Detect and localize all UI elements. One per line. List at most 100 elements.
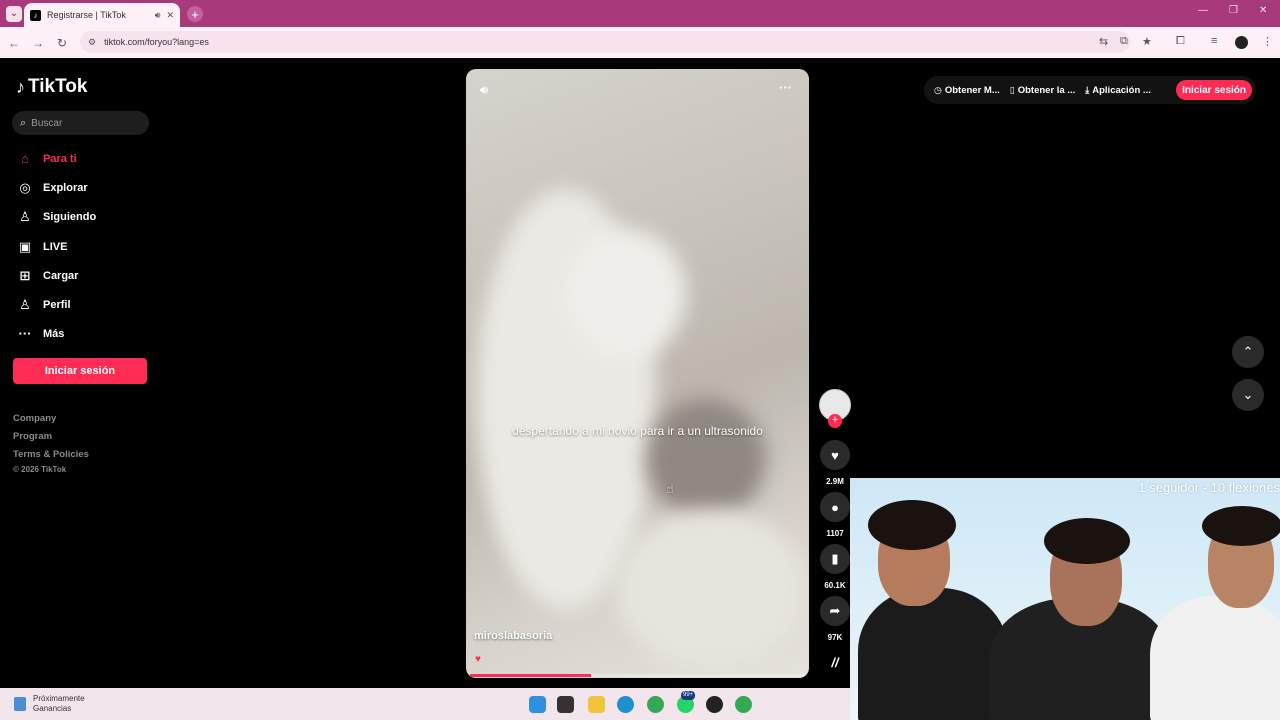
tiktok-logo[interactable]: ♪ TikTok (16, 76, 87, 98)
share-arrow-icon: ➦ (829, 603, 841, 618)
comment-button[interactable]: ● (820, 492, 850, 522)
chevron-up-icon: ⌃ (1242, 344, 1254, 359)
install-icon[interactable]: ⧉ (1120, 35, 1128, 48)
person-center-hair (1044, 518, 1130, 564)
more-icon: ··· (18, 326, 32, 341)
back-icon[interactable]: ← (2, 36, 26, 50)
new-tab-button[interactable]: + (187, 6, 203, 22)
video-player[interactable]: 🔊︎ ··· despertando a mi novio para ir a … (466, 69, 809, 678)
tiktok-note-icon: ♪ (16, 76, 25, 97)
tab-close-icon[interactable]: ✕ (166, 10, 174, 21)
follow-plus-icon[interactable]: + (828, 414, 842, 428)
search-placeholder: Buscar (31, 117, 63, 129)
sidebar-item-perfil[interactable]: ♙ Perfil (16, 297, 71, 313)
search-icon: ⌕ (20, 116, 27, 129)
footer-link-program[interactable]: Program (13, 431, 52, 442)
logo-text: TikTok (28, 76, 88, 97)
widget-line2: Ganancias (33, 704, 72, 713)
desktop-app-label: Aplicación ... (1092, 84, 1151, 96)
chrome-icon[interactable] (647, 696, 664, 713)
sidebar-item-label: Siguiendo (43, 211, 97, 223)
menu-icon[interactable]: ⋮ (1262, 35, 1273, 48)
sidebar-login-button[interactable]: Iniciar sesión (13, 358, 147, 384)
extensions-icon[interactable]: ⧠ (1176, 35, 1185, 48)
browser-tab[interactable]: ♪ Registrarse | TikTok 🔊︎ ✕ (24, 3, 180, 27)
profile-avatar[interactable] (1235, 36, 1248, 49)
edge-icon[interactable] (617, 696, 634, 713)
sidebar-item-label: Perfil (43, 299, 71, 311)
video-frame-tissue (566, 229, 686, 359)
like-button[interactable]: ♥ (820, 440, 850, 470)
translate-icon[interactable]: ⇆ (1099, 35, 1108, 48)
share-button[interactable]: ➦ (820, 596, 850, 626)
site-info-icon[interactable]: ⚙ (88, 37, 96, 48)
bookmark-star-icon[interactable]: ★ (1142, 35, 1152, 48)
address-toolbar: ← → ↻ ⚙ tiktok.com/foryou?lang=es ⇆ ⧉ ★ … (0, 27, 1280, 58)
tab-search-button[interactable]: ⌄ (6, 5, 22, 22)
desktop-app-button[interactable]: ⤓ Aplicación ... (1085, 85, 1151, 96)
get-coins-button[interactable]: ◷ Obtener M... (934, 85, 1000, 96)
sidebar-item-label: Cargar (43, 270, 79, 282)
obs-icon[interactable] (706, 696, 723, 713)
share-count: 97K (827, 633, 843, 642)
capcut-icon[interactable]: // (820, 647, 850, 677)
sidebar-item-label: Explorar (43, 182, 88, 194)
volume-icon[interactable]: 🔊︎ (480, 82, 488, 98)
sidebar-item-cargar[interactable]: ⊞ Cargar (16, 268, 79, 284)
file-explorer-icon[interactable] (588, 696, 605, 713)
reload-icon[interactable]: ↻ (50, 36, 74, 50)
video-caption: despertando a mi novio para ir a un ultr… (512, 424, 763, 438)
download-icon: ⤓ (1085, 84, 1090, 95)
more-options-icon[interactable]: ··· (779, 80, 792, 95)
notification-badge: 99+ (681, 691, 696, 700)
user-icon: ♙ (19, 209, 31, 224)
close-window-icon[interactable]: ✕ (1259, 5, 1267, 16)
task-view-icon[interactable] (557, 696, 574, 713)
tab-title: Registrarse | TikTok (47, 10, 126, 20)
widgets-button[interactable]: Próximamente Ganancias (14, 694, 85, 714)
video-author[interactable]: miroslabasoria (474, 630, 552, 642)
sidebar-item-siguiendo[interactable]: ♙ Siguiendo (16, 209, 96, 225)
hand-cursor-icon: ☝ (666, 481, 674, 496)
browser-tab-strip: ⌄ ♪ Registrarse | TikTok 🔊︎ ✕ + — ❐ ✕ (0, 0, 1280, 27)
get-app-button[interactable]: ▯ Obtener la ... (1010, 85, 1076, 96)
sidebar-item-explorar[interactable]: ◎ Explorar (16, 180, 88, 196)
comment-icon: ● (831, 499, 839, 515)
video-progress-fill (470, 674, 591, 677)
bookmark-icon: ▮ (831, 551, 839, 566)
video-frame-fabric (616, 509, 806, 669)
search-input[interactable]: ⌕ Buscar (12, 111, 149, 135)
start-icon[interactable] (529, 696, 546, 713)
next-video-button[interactable]: ⌄ (1232, 379, 1264, 411)
chrome-profile-icon[interactable] (735, 696, 752, 713)
forward-icon[interactable]: → (26, 36, 50, 50)
video-progress-bar[interactable] (470, 674, 805, 677)
tiktok-favicon: ♪ (30, 9, 41, 21)
sidebar-item-mas[interactable]: ··· Más (16, 326, 65, 341)
windows-taskbar: Próximamente Ganancias 99+ (0, 688, 850, 720)
phone-icon: ▯ (1009, 84, 1015, 95)
footer-link-terms[interactable]: Terms & Policies (13, 449, 89, 460)
home-icon: ⌂ (21, 151, 29, 166)
save-count: 60.1K (824, 581, 846, 590)
tv-icon: ▣ (18, 239, 32, 254)
person-right-hair (1202, 506, 1280, 546)
reading-list-icon[interactable]: ≡ (1211, 35, 1217, 47)
get-coins-label: Obtener M... (944, 84, 1000, 96)
sidebar-item-live[interactable]: ▣ LIVE (16, 239, 68, 255)
person-right-shirt (1150, 596, 1280, 720)
maximize-icon[interactable]: ❐ (1229, 5, 1238, 16)
footer-link-company[interactable]: Company (13, 413, 56, 424)
sidebar-item-label: LIVE (43, 241, 68, 253)
top-login-button[interactable]: Iniciar sesión (1176, 80, 1252, 100)
tab-audio-icon[interactable]: 🔊︎ (155, 10, 161, 21)
top-action-bar: ◷ Obtener M... ▯ Obtener la ... ⤓ Aplicació… (924, 76, 1256, 104)
chevron-down-icon: ⌄ (1242, 387, 1254, 402)
url-field[interactable]: ⚙ tiktok.com/foryou?lang=es (80, 31, 1130, 53)
save-button[interactable]: ▮ (820, 544, 850, 574)
minimize-icon[interactable]: — (1198, 5, 1208, 16)
heart-icon: ♥ (831, 447, 839, 463)
previous-video-button[interactable]: ⌃ (1232, 336, 1264, 368)
sidebar-item-para-ti[interactable]: ⌂ Para ti (16, 151, 77, 166)
copyright: © 2026 TikTok (13, 465, 67, 474)
